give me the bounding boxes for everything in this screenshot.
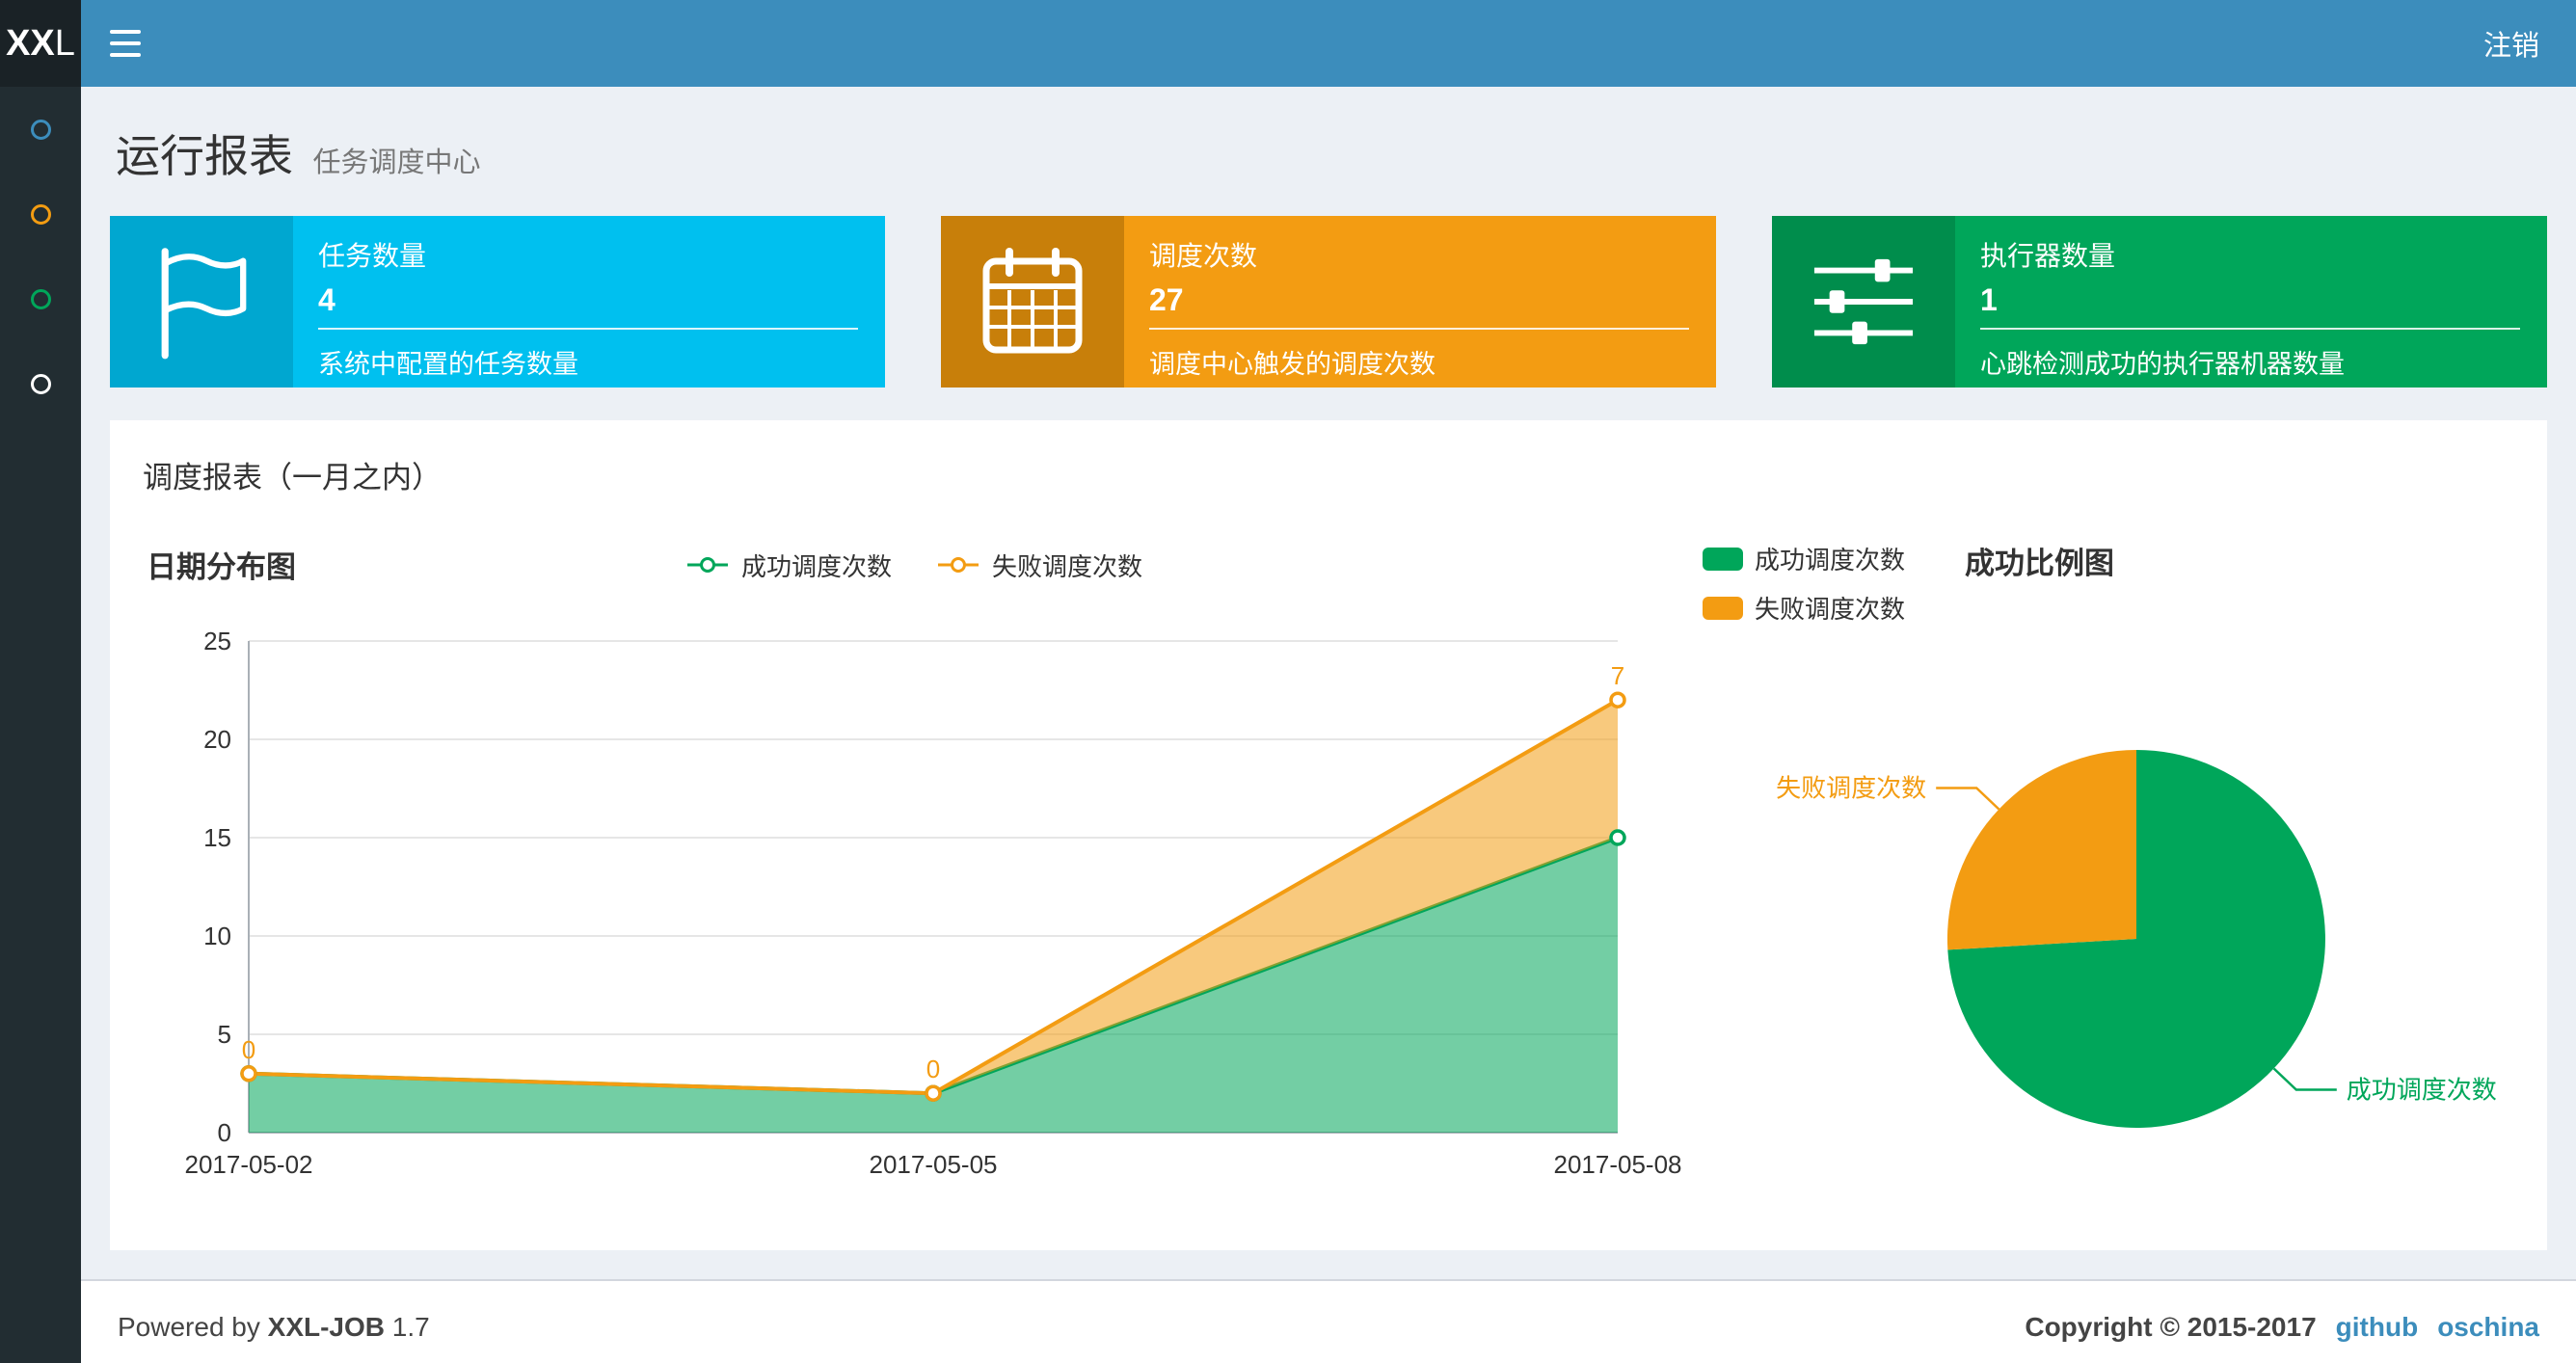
line-chart-title: 日期分布图 [147,550,296,584]
sidebar-item-logs[interactable] [0,256,81,341]
hamburger-icon [110,30,141,34]
schedule-report-panel: 调度报表（一月之内） 日期分布图 成功调度次数 失败调度次数 0 5 10 15… [110,420,2547,1250]
flag-icon [110,216,293,388]
legend-item-fail[interactable]: 失败调度次数 [1703,590,1905,626]
pie-chart-title: 成功比例图 [1965,547,2115,580]
svg-text:成功调度次数: 成功调度次数 [2347,1076,2497,1105]
page-content: 任务数量 4 系统中配置的任务数量 调度次数 27 调度中心触发的调度次数 执行… [81,187,2576,1279]
date-distribution-section: 日期分布图 成功调度次数 失败调度次数 0 5 10 15 20 25 2017… [143,537,1685,1223]
divider [318,328,858,330]
divider [1980,328,2520,330]
legend-label: 成功调度次数 [1755,546,1906,575]
copyright-text: Copyright © 2015-2017 [2025,1312,2317,1342]
footer-right: Copyright © 2015-2017 github oschina [2025,1312,2539,1343]
legend-item-success[interactable]: 成功调度次数 [685,548,892,583]
legend-item-success[interactable]: 成功调度次数 [1703,541,1905,576]
legend-swatch-icon [1703,547,1743,571]
info-box-description: 心跳检测成功的执行器机器数量 [1980,350,2345,379]
page-subtitle: 任务调度中心 [312,147,481,178]
top-navbar: XX L 注销 [0,0,2576,87]
info-box-description: 调度中心触发的调度次数 [1149,350,1436,379]
svg-text:2017-05-02: 2017-05-02 [185,1150,313,1179]
line-chart-header: 日期分布图 成功调度次数 失败调度次数 [143,537,1685,593]
info-box-value: 27 [1149,282,1184,317]
sidebar [0,87,81,1363]
circle-outline-icon [30,119,51,140]
legend-label: 成功调度次数 [740,551,892,581]
app-logo[interactable]: XX L [0,0,81,87]
legend-swatch-icon [1703,596,1743,620]
footer: Powered by XXL-JOB 1.7 Copyright © 2015-… [81,1279,2576,1363]
line-legend-marker-icon [938,557,979,573]
content-wrapper: 运行报表 任务调度中心 任务数量 4 系统中配置的任务数量 调度次数 27 调度… [81,87,2576,1279]
svg-text:0: 0 [242,1035,255,1064]
logo-text-bold: XX [6,22,55,64]
legend-label: 失败调度次数 [992,551,1143,581]
pie-chart-legend: 成功调度次数 失败调度次数 [1703,541,1905,626]
sidebar-item-executors[interactable] [0,341,81,426]
svg-text:2017-05-05: 2017-05-05 [870,1150,998,1179]
page-header: 运行报表 任务调度中心 [81,87,2576,187]
info-box-value: 4 [318,282,335,317]
svg-text:失败调度次数: 失败调度次数 [1776,774,1926,803]
svg-text:15: 15 [203,823,231,852]
powered-by: Powered by XXL-JOB 1.7 [118,1312,430,1343]
svg-text:25: 25 [203,627,231,655]
info-box-title: 执行器数量 [1980,241,2116,271]
success-ratio-section: 成功调度次数 失败调度次数 成功比例图 成功调度次数 失败调度次数 [1685,537,2532,1223]
date-distribution-chart: 05101520252017-05-02 2017-05-05 2017-05-08… [185,627,1682,1179]
legend-item-fail[interactable]: 失败调度次数 [936,548,1142,583]
github-link[interactable]: github [2336,1312,2419,1343]
info-box-title: 调度次数 [1149,241,1258,271]
logout-button[interactable]: 注销 [2447,23,2576,64]
success-ratio-pie-chart: 成功调度次数 失败调度次数 [1776,750,2497,1128]
info-box-value: 1 [1980,282,1998,317]
navbar-right: 注销 [2447,0,2576,87]
info-box-task-count: 任务数量 4 系统中配置的任务数量 [110,216,885,388]
legend-label: 失败调度次数 [1755,595,1906,624]
powered-prefix: Powered by [118,1312,260,1342]
hamburger-icon [110,53,141,57]
info-box-content: 执行器数量 1 心跳检测成功的执行器机器数量 [1955,216,2547,388]
svg-text:5: 5 [218,1020,231,1049]
svg-text:0: 0 [218,1118,231,1147]
hamburger-icon [110,41,141,45]
logo-text: L [54,22,75,64]
divider [1149,328,1689,330]
sliders-icon [1772,216,1955,388]
line-legend-marker-icon [686,557,728,573]
svg-text:0: 0 [926,1055,940,1083]
info-box-title: 任务数量 [318,241,427,271]
charts-row: 日期分布图 成功调度次数 失败调度次数 0 5 10 15 20 25 2017… [143,537,2514,1223]
info-box-executor-count: 执行器数量 1 心跳检测成功的执行器机器数量 [1772,216,2547,388]
svg-text:7: 7 [1611,661,1624,690]
info-box-description: 系统中配置的任务数量 [318,350,578,379]
oschina-link[interactable]: oschina [2437,1312,2539,1343]
info-box-content: 任务数量 4 系统中配置的任务数量 [293,216,885,388]
page-title: 运行报表 [116,131,293,181]
line-chart-legend: 成功调度次数 失败调度次数 [685,548,1142,583]
product-name: XXL-JOB [267,1312,386,1342]
panel-title: 调度报表（一月之内） [143,461,442,494]
stats-row: 任务数量 4 系统中配置的任务数量 调度次数 27 调度中心触发的调度次数 执行… [110,216,2547,388]
svg-text:10: 10 [203,922,231,950]
product-version: 1.7 [391,1312,430,1342]
svg-text:20: 20 [203,725,231,754]
sidebar-item-report[interactable] [0,87,81,172]
svg-text:2017-05-08: 2017-05-08 [1554,1150,1682,1179]
circle-outline-icon [30,373,51,394]
calendar-icon [941,216,1124,388]
sidebar-item-jobs[interactable] [0,172,81,256]
sidebar-toggle-button[interactable] [81,0,170,87]
info-box-trigger-count: 调度次数 27 调度中心触发的调度次数 [941,216,1716,388]
circle-outline-icon [30,203,51,225]
info-box-content: 调度次数 27 调度中心触发的调度次数 [1124,216,1716,388]
pie-chart-header: 成功调度次数 失败调度次数 成功比例图 [1703,537,2532,626]
circle-outline-icon [30,288,51,309]
